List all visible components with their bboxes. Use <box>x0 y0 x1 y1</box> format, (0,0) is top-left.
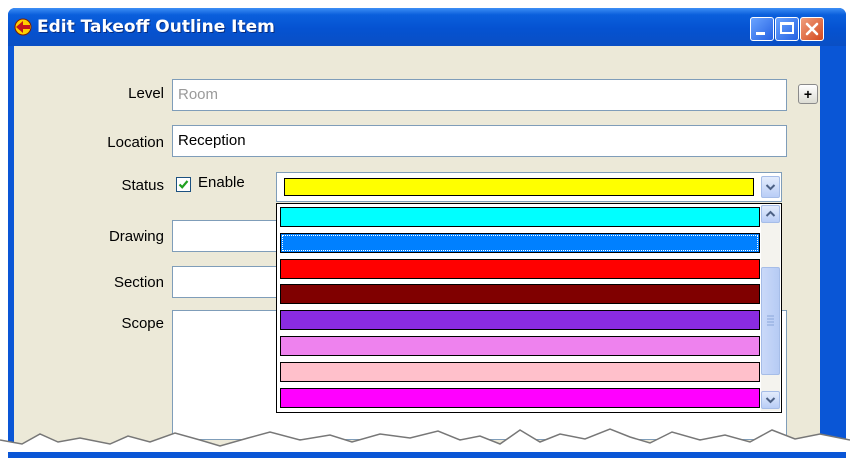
maximize-button[interactable] <box>775 17 799 41</box>
section-label: Section <box>113 274 164 291</box>
app-icon <box>14 18 32 36</box>
checkmark-icon <box>178 180 189 189</box>
grip-icon <box>767 315 774 326</box>
color-option[interactable] <box>280 258 760 279</box>
chevron-down-icon <box>765 397 776 404</box>
close-button[interactable] <box>800 17 824 41</box>
selected-color-swatch <box>284 178 754 196</box>
dropdown-button[interactable] <box>761 176 780 198</box>
scroll-down-button[interactable] <box>761 391 780 409</box>
list-scrollbar[interactable] <box>761 205 780 411</box>
minimize-icon <box>756 32 765 35</box>
window-title: Edit Takeoff Outline Item <box>37 17 275 37</box>
maximize-icon <box>780 22 794 34</box>
level-label: Level <box>128 85 164 102</box>
torn-paper-edge <box>0 428 850 452</box>
scroll-thumb[interactable] <box>761 267 780 375</box>
color-dropdown-list[interactable] <box>276 203 782 413</box>
close-icon <box>805 22 819 36</box>
drawing-field[interactable] <box>172 220 282 252</box>
color-option[interactable] <box>280 361 760 382</box>
title-bar[interactable]: Edit Takeoff Outline Item <box>8 8 846 46</box>
color-option[interactable] <box>280 232 760 253</box>
enable-checkbox[interactable] <box>176 177 191 192</box>
color-option[interactable] <box>280 207 760 227</box>
minimize-button[interactable] <box>750 17 774 41</box>
drawing-label: Drawing <box>108 228 164 245</box>
enable-label: Enable <box>198 174 245 191</box>
location-field[interactable]: Reception <box>172 125 787 157</box>
chevron-up-icon <box>765 210 776 217</box>
scope-label: Scope <box>121 315 164 332</box>
status-color-select[interactable] <box>276 172 782 202</box>
chevron-down-icon <box>765 184 776 191</box>
status-label: Status <box>121 177 164 194</box>
color-option[interactable] <box>280 310 760 331</box>
add-level-button[interactable]: + <box>798 84 818 104</box>
location-label: Location <box>107 134 164 151</box>
color-option[interactable] <box>280 387 760 408</box>
scroll-up-button[interactable] <box>761 205 780 223</box>
color-option[interactable] <box>280 336 760 356</box>
color-option[interactable] <box>280 284 760 305</box>
section-field[interactable] <box>172 266 282 298</box>
level-field[interactable]: Room <box>172 79 787 111</box>
